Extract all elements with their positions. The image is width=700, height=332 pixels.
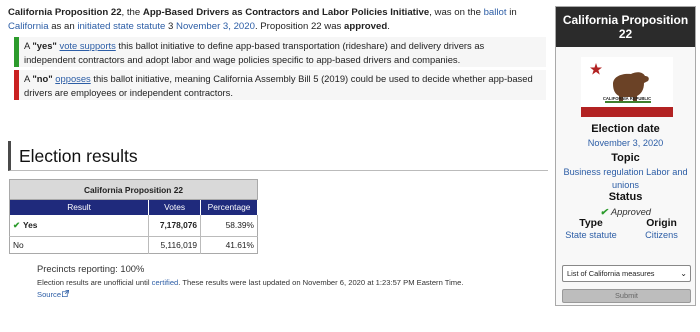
intro-text: , the bbox=[121, 7, 143, 18]
yes-label: "yes" bbox=[32, 40, 57, 51]
no-color-bar bbox=[14, 70, 19, 100]
proposition-name: California Proposition 22 bbox=[8, 7, 122, 18]
infobox-title: California Proposition 22 bbox=[556, 7, 695, 47]
source-link[interactable]: Source bbox=[37, 290, 70, 299]
initiated-state-statute-link[interactable]: initiated state statute bbox=[77, 21, 165, 32]
origin-group: Origin Citizens bbox=[626, 218, 697, 240]
table-row: ✔ Yes 7,178,076 58.39% bbox=[9, 214, 258, 237]
table-caption-row: California Proposition 22 bbox=[9, 179, 258, 200]
intro-text: in bbox=[506, 7, 517, 18]
result-cell: ✔ Yes bbox=[9, 214, 149, 237]
origin-label: Origin bbox=[646, 218, 677, 229]
precincts-reporting: Precincts reporting: 100% bbox=[37, 263, 145, 274]
no-text: this ballot initiative, meaning Californ… bbox=[24, 73, 533, 98]
flag-text: CALIFORNIA REPUBLIC bbox=[603, 96, 651, 101]
checkmark-icon: ✔ bbox=[13, 220, 21, 231]
no-vote-explanation: A "no" opposes this ballot initiative, m… bbox=[14, 70, 546, 100]
intro-text: 3 bbox=[165, 21, 177, 32]
status-text: Approved bbox=[610, 206, 651, 217]
opposes-link[interactable]: opposes bbox=[55, 73, 90, 84]
intro-text: . Proposition 22 was bbox=[254, 21, 345, 32]
note-text: Election results are unofficial until bbox=[37, 278, 152, 287]
flag-icon: CALIFORNIA REPUBLIC bbox=[581, 57, 673, 117]
result-label: Yes bbox=[23, 220, 38, 231]
intro-text: . bbox=[387, 21, 390, 32]
intro-paragraph: California Proposition 22, the App-Based… bbox=[8, 6, 548, 34]
header-result: Result bbox=[9, 199, 150, 215]
topic-link[interactable]: Business regulation Labor and unions bbox=[556, 166, 695, 192]
table-row: No 5,116,019 41.61% bbox=[10, 236, 258, 254]
measures-dropdown[interactable]: List of California measures ⌄ bbox=[562, 265, 691, 282]
initiative-name: App-Based Drivers as Contractors and Lab… bbox=[142, 7, 430, 18]
topic-label: Topic bbox=[611, 152, 640, 164]
external-link-icon bbox=[62, 290, 70, 297]
percentage-cell: 41.61% bbox=[200, 236, 258, 254]
election-date-link[interactable]: November 3, 2020 bbox=[556, 137, 695, 150]
submit-button[interactable]: Submit bbox=[562, 289, 691, 303]
yes-vote-explanation: A "yes" vote supports this ballot initia… bbox=[14, 37, 546, 67]
origin-link[interactable]: Citizens bbox=[626, 230, 697, 240]
election-date-label: Election date bbox=[591, 123, 660, 135]
outcome-text: approved bbox=[344, 21, 388, 32]
header-votes: Votes bbox=[148, 199, 202, 215]
california-link[interactable]: California bbox=[8, 21, 49, 32]
intro-text: , was on the bbox=[429, 7, 484, 18]
yes-color-bar bbox=[14, 37, 19, 67]
no-label: "no" bbox=[32, 73, 53, 84]
status-label: Status bbox=[608, 191, 643, 203]
header-percentage: Percentage bbox=[200, 199, 258, 215]
ballot-link[interactable]: ballot bbox=[484, 7, 507, 18]
result-cell: No bbox=[13, 240, 24, 250]
election-results-heading: Election results bbox=[8, 141, 548, 171]
table-caption: California Proposition 22 bbox=[9, 179, 258, 200]
california-flag-image: CALIFORNIA REPUBLIC bbox=[581, 57, 673, 117]
chevron-down-icon: ⌄ bbox=[680, 269, 687, 278]
proposition-infobox: California Proposition 22 CALIFORNIA REP… bbox=[555, 6, 696, 306]
percentage-cell: 58.39% bbox=[200, 214, 258, 237]
dropdown-value: List of California measures bbox=[567, 269, 655, 278]
source-label: Source bbox=[37, 290, 62, 299]
type-label: Type bbox=[579, 218, 603, 229]
vote-supports-link[interactable]: vote supports bbox=[60, 40, 116, 51]
type-group: Type State statute bbox=[556, 218, 626, 240]
votes-cell: 7,178,076 bbox=[148, 214, 201, 237]
checkmark-icon: ✔ bbox=[600, 206, 608, 217]
note-text: . These results were last updated on Nov… bbox=[178, 278, 464, 287]
results-table: California Proposition 22 Result Votes P… bbox=[9, 179, 258, 254]
election-date-link[interactable]: November 3, 2020 bbox=[176, 21, 255, 32]
type-link[interactable]: State statute bbox=[556, 230, 626, 240]
status-value: ✔ Approved bbox=[556, 206, 695, 218]
intro-text: as an bbox=[48, 21, 78, 32]
table-header-row: Result Votes Percentage bbox=[9, 199, 258, 215]
results-note: Election results are unofficial until ce… bbox=[37, 277, 507, 301]
votes-cell: 5,116,019 bbox=[148, 236, 201, 254]
certified-link[interactable]: certified bbox=[152, 278, 179, 287]
